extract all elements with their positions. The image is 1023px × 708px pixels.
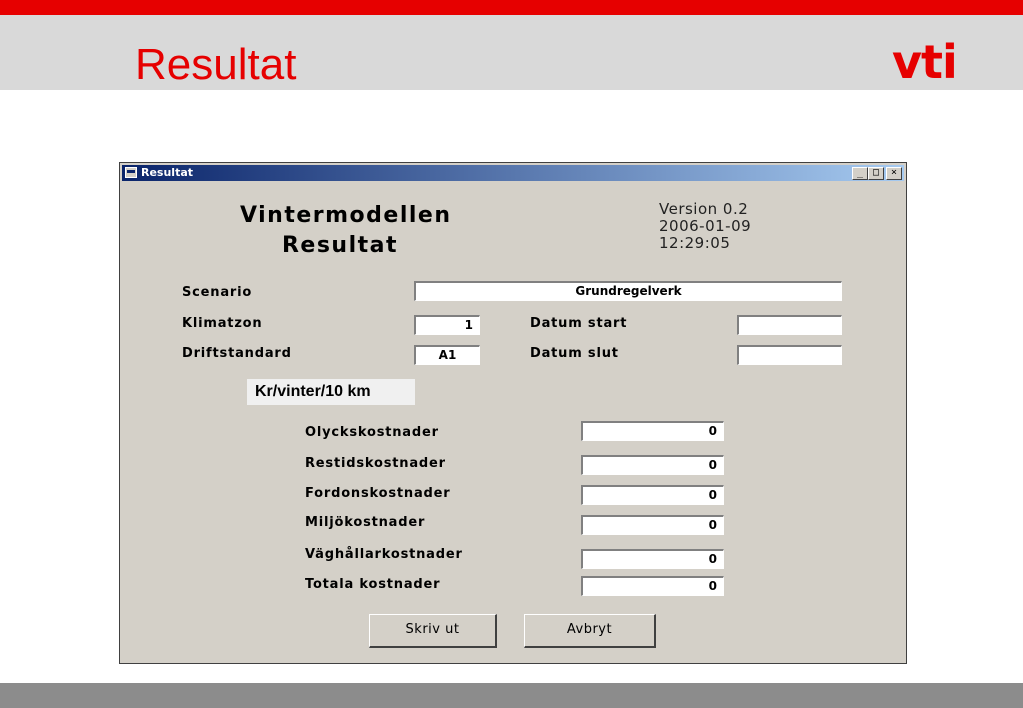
bottom-gray-bar [0, 683, 1023, 708]
cost-label-fordons: Fordonskostnader [305, 486, 451, 501]
slide-title: Resultat [135, 40, 297, 89]
print-button[interactable]: Skriv ut [369, 614, 497, 648]
driftstandard-label: Driftstandard [182, 346, 292, 361]
app-title-line2: Resultat [281, 233, 399, 258]
cancel-button[interactable]: Avbryt [524, 614, 656, 648]
maximize-button[interactable]: □ [868, 167, 884, 180]
slide-header: Resultat vti [0, 15, 1023, 90]
unit-label: Kr/vinter/10 km [247, 379, 415, 405]
version-date: 2006-01-09 [659, 217, 752, 235]
datum-start-field[interactable] [737, 315, 842, 335]
window-app-icon[interactable] [125, 167, 137, 178]
top-red-bar [0, 0, 1023, 15]
cost-field-restids[interactable]: 0 [581, 455, 724, 475]
datum-slut-field[interactable] [737, 345, 842, 365]
cost-label-totala: Totala kostnader [305, 577, 441, 592]
driftstandard-field[interactable]: A1 [414, 345, 480, 365]
scenario-field[interactable]: Grundregelverk [414, 281, 842, 301]
app-title: Vintermodellen Resultat [240, 201, 452, 261]
datum-start-label: Datum start [530, 316, 628, 331]
klimatzon-label: Klimatzon [182, 316, 263, 331]
cost-label-olycks: Olyckskostnader [305, 425, 439, 440]
app-title-line1: Vintermodellen [240, 203, 452, 228]
minimize-button[interactable]: _ [852, 167, 868, 180]
cost-field-olycks[interactable]: 0 [581, 421, 724, 441]
scenario-label: Scenario [182, 285, 253, 300]
cost-field-vaghallar[interactable]: 0 [581, 549, 724, 569]
cost-field-fordons[interactable]: 0 [581, 485, 724, 505]
datum-slut-label: Datum slut [530, 346, 619, 361]
cost-label-restids: Restidskostnader [305, 456, 446, 471]
close-button[interactable]: × [886, 167, 902, 180]
window-title: Resultat [141, 166, 194, 179]
window-titlebar[interactable]: Resultat _ □ × [122, 165, 904, 181]
version-time: 12:29:05 [659, 234, 731, 252]
cost-field-totala[interactable]: 0 [581, 576, 724, 596]
cost-label-vaghallar: Väghållarkostnader [305, 547, 463, 562]
result-window: Resultat _ □ × Vintermodellen Resultat V… [119, 162, 907, 664]
klimatzon-field[interactable]: 1 [414, 315, 480, 335]
version-label: Version 0.2 [659, 200, 749, 218]
version-info: Version 0.2 2006-01-09 12:29:05 [659, 201, 751, 252]
vti-logo: vti [892, 35, 958, 89]
cost-field-miljo[interactable]: 0 [581, 515, 724, 535]
cost-label-miljo: Miljökostnader [305, 515, 426, 530]
